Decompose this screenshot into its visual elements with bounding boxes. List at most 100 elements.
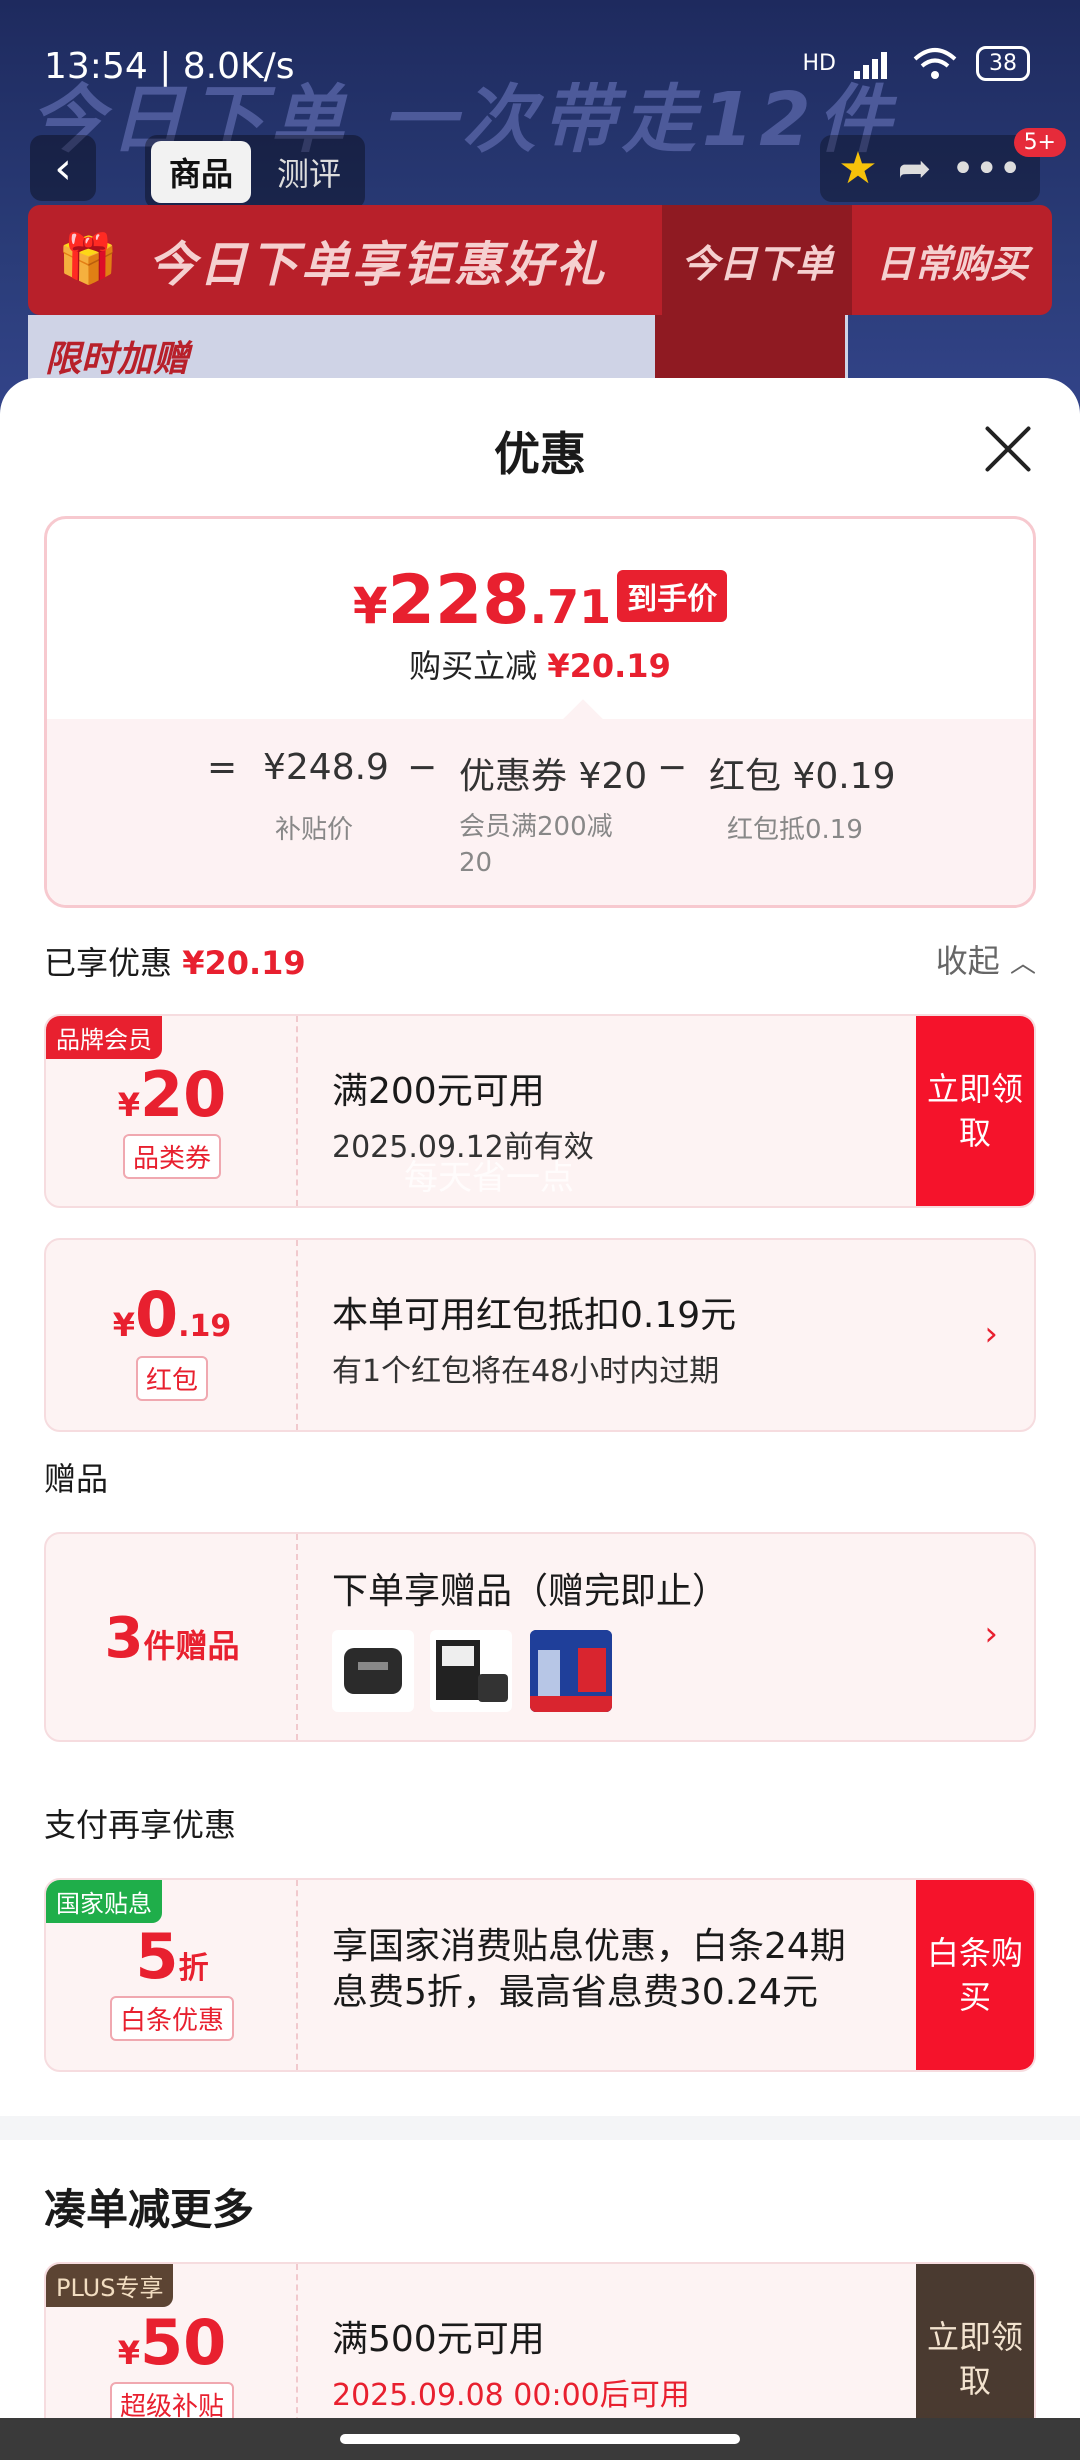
price-card: ¥228.71 到手价 购买立减 ¥20.19 = ¥248.9 − 优惠券 ¥2… — [44, 516, 1036, 908]
coupon-amount: ¥20 — [46, 1058, 298, 1131]
equals-sign: = — [207, 747, 238, 788]
claim-button[interactable]: 立即领取 — [916, 1016, 1034, 1206]
promo-title: 今日下单享钜惠好礼 — [148, 237, 608, 293]
back-button[interactable]: ‹ — [30, 135, 96, 201]
promo-tab-daily[interactable]: 日常购买 — [852, 205, 1052, 315]
close-icon[interactable] — [980, 420, 1036, 476]
price-decimal: .71 — [529, 580, 612, 634]
price-breakdown: = ¥248.9 − 优惠券 ¥20 − 红包 ¥0.19 补贴价 会员满200… — [47, 719, 1033, 905]
redpack-part: 红包 ¥0.19 — [709, 756, 896, 797]
coupon-type: 品类券 — [46, 1134, 298, 1179]
coupon-part: 优惠券 ¥20 — [459, 756, 648, 797]
sheet-title: 优惠 — [494, 427, 586, 481]
network-label: HD — [802, 51, 836, 76]
gift-count-value: 3 — [104, 1606, 144, 1671]
coupon-currency: ¥ — [117, 2334, 140, 2372]
price-currency: ¥ — [352, 577, 388, 635]
gift-card[interactable]: 3件赠品 下单享赠品（赠完即止） › — [44, 1532, 1036, 1742]
base-price: ¥248.9 — [263, 747, 389, 788]
coupon-currency: ¥ — [112, 1306, 135, 1344]
coupon-info: 满500元可用 2025.09.08 00:00后可用 — [332, 2310, 690, 2414]
baitiao-desc-2: 息费5折，最高省息费30.24元 — [332, 1972, 818, 2013]
gift-image-bag — [430, 1630, 512, 1712]
baitiao-buy-button[interactable]: 白条购买 — [916, 1880, 1034, 2070]
gift-title: 下单享赠品（赠完即止） — [332, 1571, 729, 1612]
top-tabs: 商品 测评 — [145, 135, 366, 209]
more-icon[interactable]: ••• — [951, 146, 1022, 192]
coupon-type-label: 白条优惠 — [109, 1996, 234, 2041]
collapse-button[interactable]: 收起 ︿ — [936, 936, 1036, 982]
message-badge: 5+ — [1013, 128, 1066, 157]
final-price-tag: 到手价 — [617, 570, 728, 622]
status-bar: 13:54 | 8.0K/s HD 38 — [0, 0, 1080, 130]
top-actions: ★ ➦ ••• — [820, 135, 1040, 202]
tab-product[interactable]: 商品 — [151, 141, 252, 203]
coupon-baitiao[interactable]: 国家贴息 5折 白条优惠 享国家消费贴息优惠，白条24期 息费5折，最高省息费3… — [44, 1878, 1036, 2072]
final-price: ¥228.71 到手价 — [47, 561, 1033, 640]
gift-info: 下单享赠品（赠完即止） — [332, 1562, 728, 1614]
coupon-left: 品牌会员 ¥20 品类券 — [46, 1016, 298, 1206]
status-icons: HD 38 — [803, 46, 1030, 81]
price-integer: 228 — [387, 561, 530, 640]
home-indicator-bar — [0, 2418, 1080, 2460]
coupon-amount-unit: 折 — [178, 1951, 209, 1986]
gift-icon: 🎁 — [58, 231, 118, 287]
minus-sign-1: − — [407, 747, 438, 788]
coupon-badge: PLUS专享 — [46, 2264, 174, 2307]
coupon-condition: 满500元可用 — [332, 2319, 545, 2360]
chevron-right-icon: › — [984, 1314, 998, 1354]
home-indicator[interactable] — [340, 2434, 740, 2444]
base-price-sub: 补贴价 — [275, 815, 354, 845]
baitiao-desc-1: 享国家消费贴息优惠，白条24期 — [332, 1926, 846, 1967]
coupon-condition: 满200元可用 — [332, 1071, 545, 1112]
coupon-amount-decimal: .19 — [178, 1309, 232, 1344]
coupon-amount: ¥0.19 — [46, 1278, 298, 1351]
promo-strip: 🎁 今日下单享钜惠好礼 今日下单 日常购买 — [28, 205, 1052, 315]
watermark-text: 每天省一点 — [404, 1158, 574, 1198]
coupon-validity: 2025.09.08 00:00后可用 — [332, 2378, 690, 2413]
enjoyed-label: 已享优惠 ¥20.19 — [44, 938, 306, 984]
coupon-left: ¥0.19 红包 — [46, 1240, 298, 1430]
chevron-right-icon: › — [984, 1614, 998, 1654]
share-icon[interactable]: ➦ — [898, 146, 932, 192]
redpack-part-sub: 红包抵0.19 — [727, 815, 863, 845]
coupon-left: 3件赠品 — [46, 1534, 298, 1740]
pay-section-label: 支付再享优惠 — [44, 1806, 237, 1844]
coupon-amount-value: 50 — [139, 2306, 227, 2379]
tab-review[interactable]: 测评 — [259, 141, 359, 203]
enjoyed-value: ¥20.19 — [182, 944, 306, 982]
coupon-badge: 国家贴息 — [46, 1880, 162, 1923]
status-time: 13:54 | 8.0K/s — [44, 46, 295, 87]
coupon-type: 白条优惠 — [46, 1996, 298, 2041]
enjoyed-text: 已享优惠 — [44, 944, 173, 982]
coupon-amount-value: 5 — [135, 1920, 179, 1993]
coupon-currency: ¥ — [117, 1086, 140, 1124]
coupon-left: 国家贴息 5折 白条优惠 — [46, 1880, 298, 2070]
gift-image-razor-box — [530, 1630, 612, 1712]
promo-sub-label: 限时加赠 — [45, 339, 190, 380]
coupon-type-label: 品类券 — [122, 1134, 221, 1179]
coupon-amount-value: 0 — [134, 1278, 179, 1351]
minus-sign-2: − — [657, 747, 688, 788]
coupon-type: 红包 — [46, 1356, 298, 1401]
gift-section-label: 赠品 — [44, 1460, 109, 1498]
coupon-info: 本单可用红包抵扣0.19元 有1个红包将在48小时内过期 — [332, 1286, 736, 1390]
coupon-amount: ¥50 — [46, 2306, 298, 2379]
gift-image-case — [332, 1630, 414, 1712]
coupon-part-sub: 会员满200减20 — [459, 812, 613, 878]
wifi-icon — [913, 47, 957, 79]
coupon-red-packet[interactable]: ¥0.19 红包 本单可用红包抵扣0.19元 有1个红包将在48小时内过期 › — [44, 1238, 1036, 1432]
redpack-usage: 本单可用红包抵扣0.19元 — [332, 1295, 737, 1336]
section-divider — [0, 2116, 1080, 2140]
discount-sheet: 优惠 ¥228.71 到手价 购买立减 ¥20.19 = ¥248.9 − 优惠券… — [0, 378, 1080, 2460]
favorite-star-icon[interactable]: ★ — [838, 143, 877, 194]
collapse-label: 收起 — [935, 942, 1000, 980]
redpack-expiry: 有1个红包将在48小时内过期 — [332, 1354, 720, 1389]
more-section-label: 凑单减更多 — [44, 2185, 255, 2234]
coupon-amount-value: 20 — [139, 1058, 227, 1131]
signal-icon — [854, 51, 887, 79]
reduce-label: 购买立减 — [409, 647, 538, 685]
promo-tab-today[interactable]: 今日下单 — [662, 205, 852, 315]
reduce-value: ¥20.19 — [547, 647, 671, 685]
reduce-line: 购买立减 ¥20.19 — [47, 641, 1033, 687]
